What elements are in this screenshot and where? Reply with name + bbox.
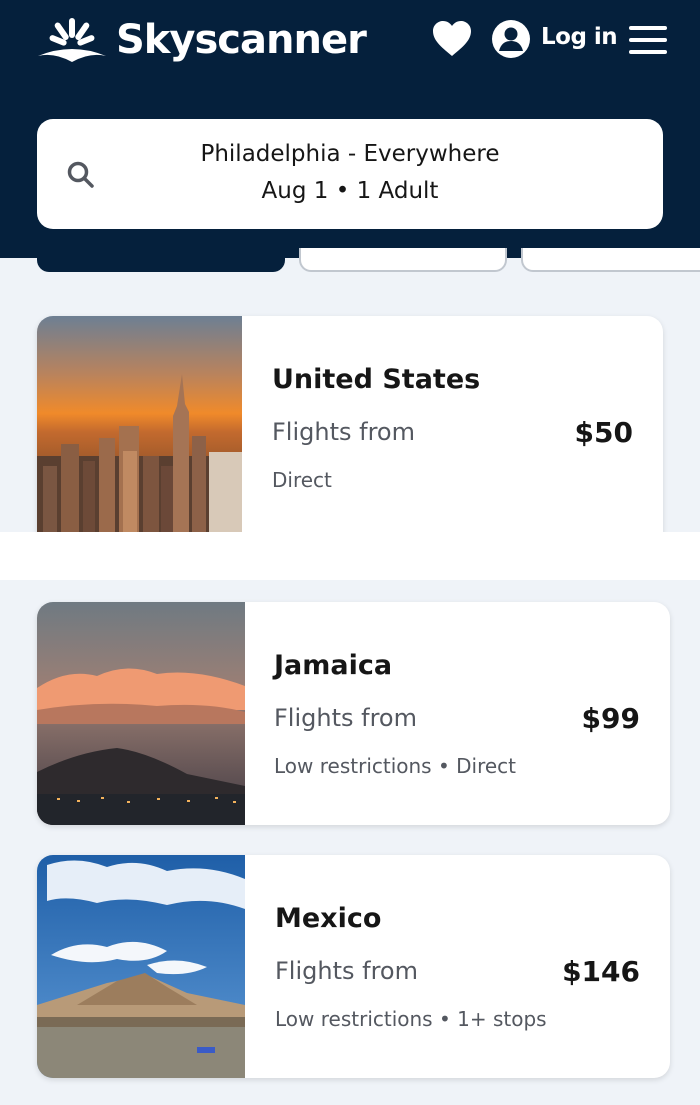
price: $99 — [581, 702, 640, 735]
destination-image — [37, 602, 245, 825]
heart-icon[interactable] — [432, 20, 472, 58]
filter-chip[interactable] — [299, 248, 507, 272]
destination-name: Mexico — [275, 903, 382, 934]
flights-from-label: Flights from — [275, 957, 418, 985]
result-card-united-states[interactable]: United States Flights from $50 Direct — [37, 316, 663, 548]
user-icon[interactable] — [492, 20, 530, 58]
price: $146 — [562, 955, 640, 988]
login-link[interactable]: Log in — [541, 24, 618, 50]
flights-from-label: Flights from — [274, 704, 417, 732]
result-card-mexico[interactable]: Mexico Flights from $146 Low restriction… — [37, 855, 670, 1078]
search-summary-box[interactable] — [37, 119, 663, 229]
brand-logo[interactable]: Skyscanner — [36, 16, 367, 68]
result-card-jamaica[interactable]: Jamaica Flights from $99 Low restriction… — [37, 602, 670, 825]
flight-tags: Low restrictions • 1+ stops — [275, 1007, 547, 1031]
destination-image — [37, 316, 242, 548]
price: $50 — [574, 416, 633, 449]
destination-image — [37, 855, 245, 1078]
flights-from-label: Flights from — [272, 418, 415, 446]
menu-icon[interactable] — [629, 26, 667, 54]
section-divider — [0, 532, 700, 580]
destination-name: United States — [272, 364, 481, 395]
flight-tags: Direct — [272, 468, 332, 492]
search-details: Aug 1 • 1 Adult — [261, 178, 439, 204]
destination-name: Jamaica — [274, 650, 393, 681]
filter-chip-selected[interactable] — [37, 248, 285, 272]
logo-sunrise-icon — [38, 18, 106, 62]
search-route: Philadelphia - Everywhere — [200, 141, 500, 167]
flight-tags: Low restrictions • Direct — [274, 754, 516, 778]
filter-chip[interactable] — [521, 248, 700, 272]
brand-name: Skyscanner — [116, 17, 367, 63]
